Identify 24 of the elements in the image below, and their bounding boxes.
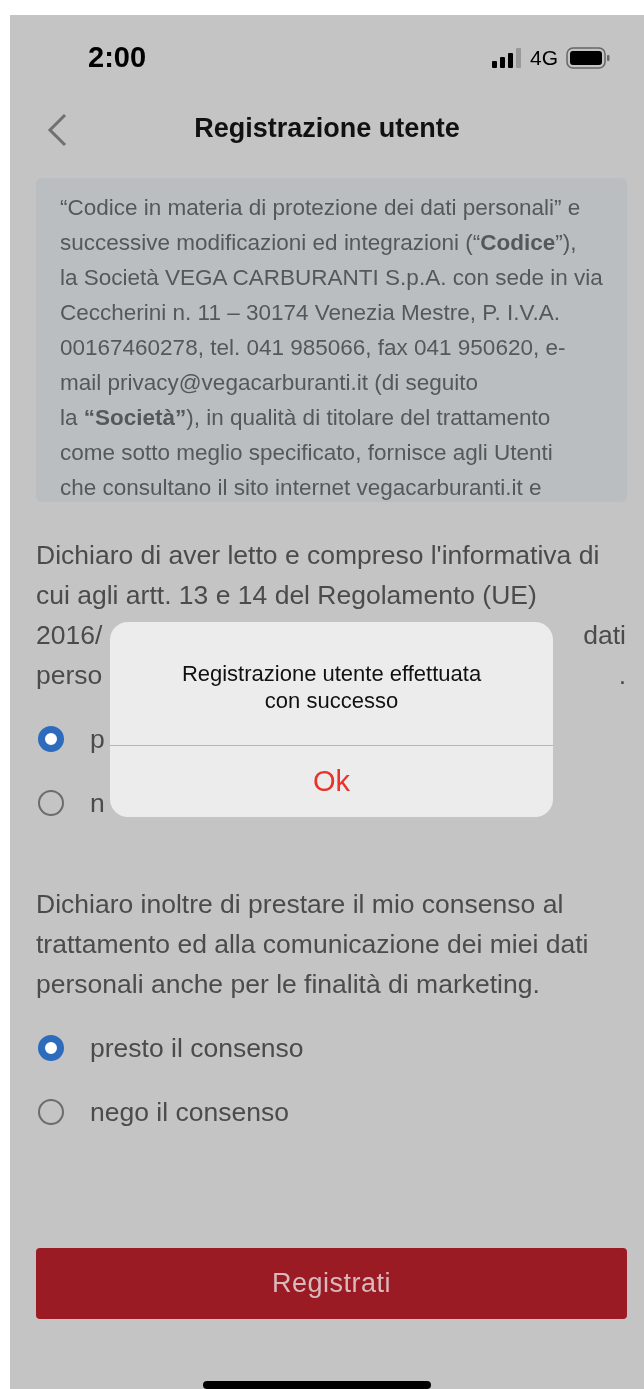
option-label: p	[90, 723, 105, 755]
consent-text: Dichiaro inoltre di prestare il mio consenso al trattamento ed alla comunicazione dei miei dati personali anche per le finalità di marketing.	[36, 888, 590, 1002]
option-label: n	[90, 787, 105, 819]
consent-text-fragment: 2016/	[36, 619, 103, 653]
privacy-text: “Codice in materia di protezione dei dati personali” e successive modificazioni ed integrazioni (“Codice”), la Società VEGA CARBURANTI S.p.A. con sede in via Ceccherini n. 11 – 30174 Venezia Mestre, P. I.V.A. 00167460278, tel. 041 985066, fax 041 950620, e- mail privacy@vegacarburanti.it (di seguito la “Società”), in qualità di titolare del trattamento come sotto meglio specificato, fornisce agli Utenti che consultano il sito internet vegacarburanti.it e	[60, 194, 604, 503]
radio-button[interactable]	[38, 1035, 64, 1062]
page-title: Registrazione utente	[194, 113, 460, 145]
register-button[interactable]: Registrati	[36, 1248, 627, 1320]
network-label: 4G	[530, 45, 558, 70]
signal-icon	[492, 47, 522, 68]
consent-text-fragment: perso	[36, 659, 103, 693]
battery-icon	[566, 46, 610, 69]
radio-button[interactable]	[38, 1099, 64, 1126]
radio-button[interactable]	[38, 790, 64, 817]
dialog-message: Registrazione utente effettuata con successo	[180, 659, 483, 715]
radio-button[interactable]	[38, 726, 64, 753]
status-time: 2:00	[88, 41, 147, 75]
back-icon[interactable]	[46, 112, 68, 147]
option-label: nego il consenso	[90, 1096, 289, 1128]
consent-text-fragment: dati	[583, 619, 626, 653]
option-label: presto il consenso	[90, 1032, 304, 1064]
ok-button[interactable]: Ok	[110, 745, 553, 817]
consent-text-fragment: .	[618, 659, 626, 693]
consent-text: Dichiaro di aver letto e compreso l'informativa di cui agli artt. 13 e 14 del Regolamento (UE)	[36, 539, 601, 613]
